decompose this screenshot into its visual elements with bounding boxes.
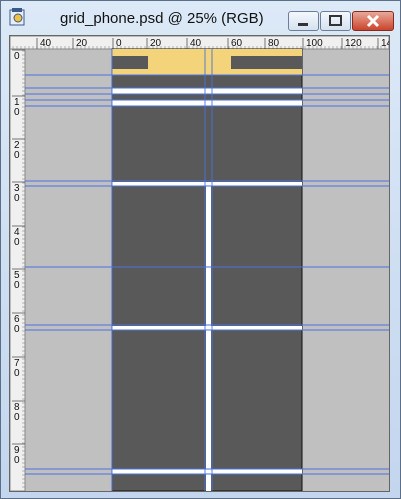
photoshop-document-icon <box>9 8 25 26</box>
top-ruler[interactable]: 40 20 0 20 40 60 80 100 120 14 <box>10 36 389 50</box>
ruler-label: 40 <box>40 38 52 49</box>
maximize-icon <box>329 15 342 26</box>
canvas-area[interactable]: 40 20 0 20 40 60 80 100 120 14 010203040506070809… <box>9 35 390 492</box>
ruler-label: 0 <box>14 455 20 466</box>
ruler-label: 14 <box>381 38 389 49</box>
ruler-label: 120 <box>345 38 362 49</box>
close-button[interactable] <box>352 11 394 31</box>
ruler-label: 20 <box>76 38 88 49</box>
ruler-label: 100 <box>306 38 323 49</box>
gutter-horizontal <box>112 88 302 94</box>
ruler-label: 0 <box>14 280 20 291</box>
canvas-view[interactable]: 40 20 0 20 40 60 80 100 120 14 010203040506070809… <box>10 36 389 491</box>
ruler-label: 0 <box>14 150 20 161</box>
gutter-vertical <box>206 182 211 491</box>
ruler-label: 0 <box>14 237 20 248</box>
left-ruler[interactable]: 0102030405060708090 <box>10 48 26 491</box>
ruler-label: 60 <box>231 38 243 49</box>
ruler-label: 0 <box>14 324 20 335</box>
ruler-label: 0 <box>14 412 20 423</box>
document-window: grid_phone.psd @ 25% (RGB) 40 20 0 20 40 60 80… <box>0 0 401 499</box>
title-bar[interactable]: grid_phone.psd @ 25% (RGB) <box>1 1 400 33</box>
ruler-label: 40 <box>190 38 202 49</box>
ruler-label: 0 <box>14 51 20 62</box>
ruler-label: 80 <box>268 38 280 49</box>
minimize-button[interactable] <box>288 11 319 31</box>
ruler-label: 0 <box>14 193 20 204</box>
ruler-label: 0 <box>14 368 20 379</box>
maximize-button[interactable] <box>320 11 351 31</box>
window-title: grid_phone.psd @ 25% (RGB) <box>60 10 264 27</box>
document <box>111 48 303 491</box>
status-bar-right-block <box>231 56 302 69</box>
gutter-horizontal <box>112 100 302 106</box>
ruler-label: 20 <box>150 38 162 49</box>
ruler-label: 0 <box>116 38 122 49</box>
status-bar-left-block <box>112 56 148 69</box>
minimize-icon <box>298 23 308 26</box>
ruler-label: 0 <box>14 107 20 118</box>
close-icon <box>366 14 380 28</box>
